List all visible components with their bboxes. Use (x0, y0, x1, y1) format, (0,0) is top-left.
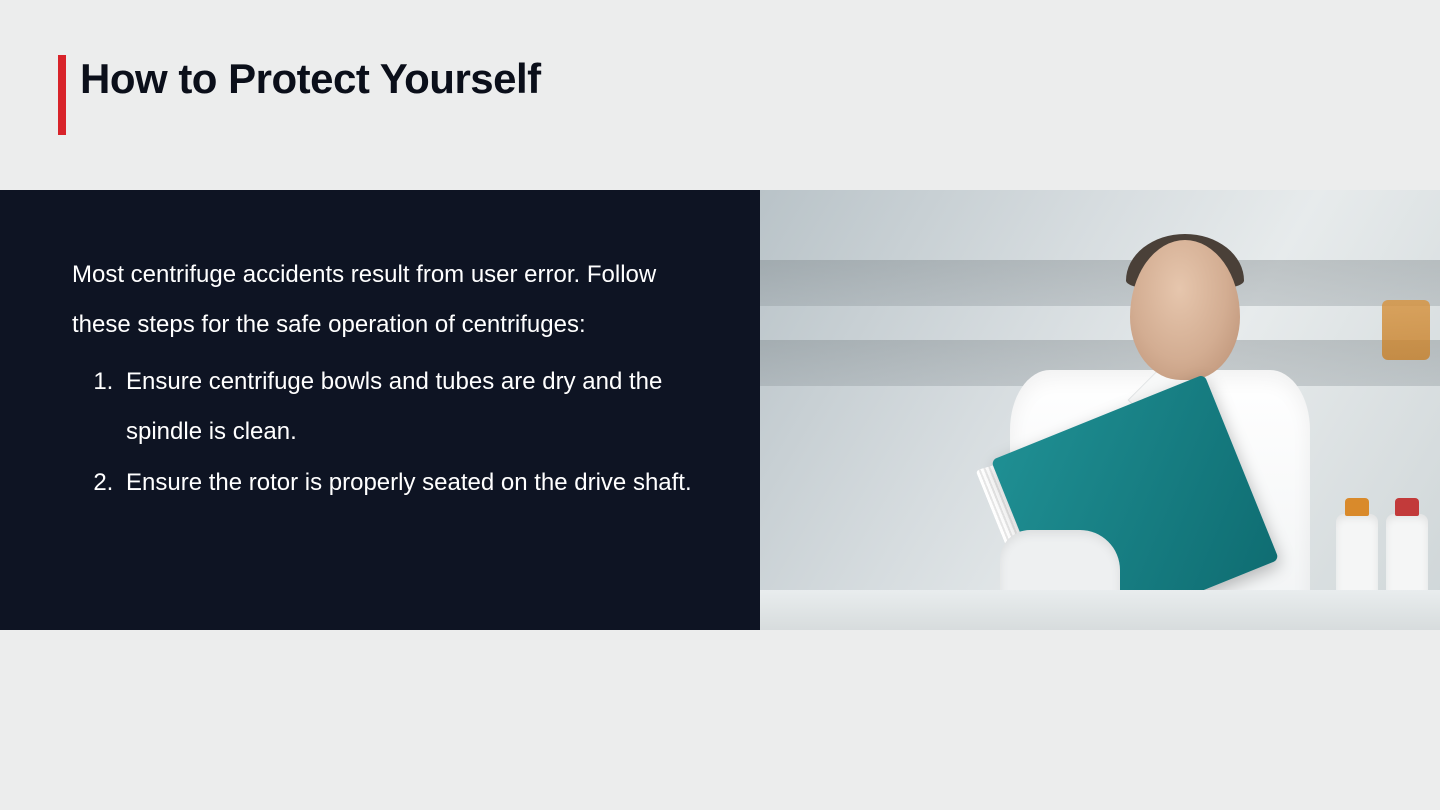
scientist-figure (990, 230, 1290, 630)
counter (760, 590, 1440, 630)
safety-step: Ensure the rotor is properly seated on t… (120, 458, 720, 508)
title-block: How to Protect Yourself (58, 55, 541, 135)
safety-step: Ensure centrifuge bowls and tubes are dr… (120, 357, 720, 458)
lab-scientist-image (760, 190, 1440, 630)
content-band: Most centrifuge accidents result from us… (0, 190, 1440, 630)
text-panel: Most centrifuge accidents result from us… (0, 190, 760, 630)
intro-text: Most centrifuge accidents result from us… (72, 250, 720, 351)
page-title: How to Protect Yourself (80, 55, 541, 101)
jar (1382, 300, 1430, 360)
safety-steps-list: Ensure centrifuge bowls and tubes are dr… (72, 357, 720, 508)
accent-bar (58, 55, 66, 135)
